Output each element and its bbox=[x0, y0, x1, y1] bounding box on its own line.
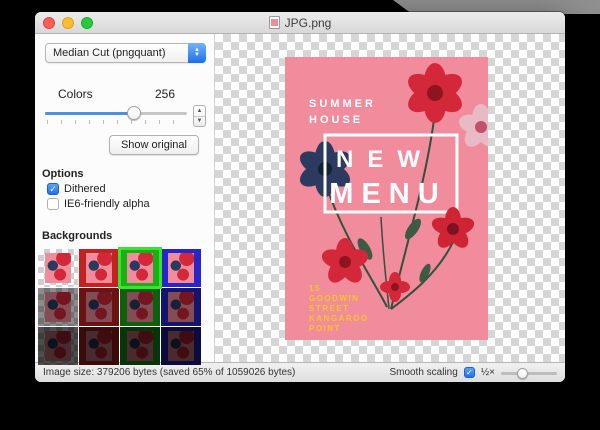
dithered-label: Dithered bbox=[64, 183, 106, 195]
algorithm-select[interactable]: Median Cut (pngquant) ▲▼ bbox=[45, 43, 206, 63]
poster-menu-word2: MENU bbox=[329, 178, 446, 210]
poster-address-line3: STREET bbox=[309, 304, 350, 313]
colors-slider-fill bbox=[45, 112, 134, 115]
background-swatch-r1c1[interactable] bbox=[38, 249, 78, 287]
poster-address-line4: KANGAROO bbox=[309, 314, 369, 323]
colors-slider-ticks bbox=[47, 120, 185, 124]
poster-thumbnail bbox=[45, 331, 71, 361]
background-swatch-r3c2[interactable] bbox=[79, 327, 119, 365]
background-swatch-r1c4[interactable] bbox=[161, 249, 201, 287]
background-swatch-r3c3[interactable] bbox=[120, 327, 160, 365]
poster-thumbnail bbox=[168, 292, 194, 322]
title-bar[interactable]: JPG.png bbox=[35, 12, 565, 34]
controls-sidebar: Median Cut (pngquant) ▲▼ Colors 256 bbox=[35, 34, 215, 362]
background-swatch-r2c4[interactable] bbox=[161, 288, 201, 326]
backgrounds-label: Backgrounds bbox=[42, 230, 214, 242]
poster-thumbnail bbox=[127, 331, 153, 361]
poster-thumbnail bbox=[127, 253, 153, 283]
popup-arrows-icon: ▲▼ bbox=[188, 43, 206, 63]
minimize-button[interactable] bbox=[62, 17, 74, 29]
smooth-scaling-checkbox[interactable]: ✓ bbox=[464, 367, 475, 378]
background-swatch-r2c2[interactable] bbox=[79, 288, 119, 326]
poster-thumbnail bbox=[45, 253, 71, 283]
ie6-row[interactable]: IE6-friendly alpha bbox=[47, 198, 214, 210]
zoom-slider[interactable] bbox=[501, 366, 557, 380]
poster-thumbnail bbox=[127, 292, 153, 322]
zoom-slider-track[interactable] bbox=[501, 372, 557, 375]
dithered-row[interactable]: ✓ Dithered bbox=[47, 183, 214, 195]
poster-menu-word1: NEW bbox=[336, 146, 434, 173]
poster-image: SUMMER HOUSE NEW MENU bbox=[285, 57, 488, 340]
poster-address-line5: POINT bbox=[309, 324, 341, 333]
options-label: Options bbox=[42, 168, 214, 180]
colors-slider[interactable] bbox=[45, 105, 187, 125]
background-swatch-r1c2[interactable] bbox=[79, 249, 119, 287]
algorithm-selected-value: Median Cut (pngquant) bbox=[53, 47, 166, 59]
document-icon bbox=[269, 16, 280, 29]
imagealpha-window: JPG.png Median Cut (pngquant) ▲▼ Colors … bbox=[35, 12, 565, 382]
poster-heading-line1: SUMMER bbox=[309, 98, 376, 110]
background-swatch-r3c4[interactable] bbox=[161, 327, 201, 365]
colors-stepper[interactable]: ▲ ▼ bbox=[193, 105, 206, 127]
poster-thumbnail bbox=[86, 253, 112, 283]
poster-thumbnail bbox=[168, 253, 194, 283]
poster-thumbnail bbox=[86, 292, 112, 322]
poster-thumbnail bbox=[168, 331, 194, 361]
smooth-scaling-label: Smooth scaling bbox=[389, 367, 457, 378]
poster-address-line2: GOODWIN bbox=[309, 294, 360, 303]
poster-thumbnail bbox=[86, 331, 112, 361]
dithered-checkbox[interactable]: ✓ bbox=[47, 183, 59, 195]
close-button[interactable] bbox=[43, 17, 55, 29]
backgrounds-grid bbox=[38, 249, 201, 365]
background-swatch-r1c3[interactable] bbox=[120, 249, 160, 287]
colors-value: 256 bbox=[155, 87, 175, 101]
poster-address-line1: 15 bbox=[309, 284, 321, 293]
poster-thumbnail bbox=[45, 292, 71, 322]
colors-slider-thumb[interactable] bbox=[127, 106, 141, 120]
colors-label: Colors bbox=[58, 87, 93, 101]
background-swatch-r2c3[interactable] bbox=[120, 288, 160, 326]
desktop: JPG.png Median Cut (pngquant) ▲▼ Colors … bbox=[0, 0, 600, 430]
stepper-down-icon[interactable]: ▼ bbox=[194, 117, 205, 127]
status-bar: Image size: 379206 bytes (saved 65% of 1… bbox=[35, 362, 565, 382]
ie6-label: IE6-friendly alpha bbox=[64, 198, 150, 210]
background-swatch-r2c1[interactable] bbox=[38, 288, 78, 326]
zoom-slider-thumb[interactable] bbox=[517, 368, 528, 379]
ie6-checkbox[interactable] bbox=[47, 198, 59, 210]
show-original-button[interactable]: Show original bbox=[109, 135, 199, 155]
window-title: JPG.png bbox=[285, 16, 332, 30]
preview-area[interactable]: SUMMER HOUSE NEW MENU bbox=[215, 34, 565, 362]
background-swatch-r3c1[interactable] bbox=[38, 327, 78, 365]
stepper-up-icon[interactable]: ▲ bbox=[194, 106, 205, 117]
zoom-level-value: ½× bbox=[481, 367, 495, 378]
zoom-button[interactable] bbox=[81, 17, 93, 29]
poster-heading-line2: HOUSE bbox=[309, 114, 363, 126]
image-size-status: Image size: 379206 bytes (saved 65% of 1… bbox=[43, 367, 389, 378]
